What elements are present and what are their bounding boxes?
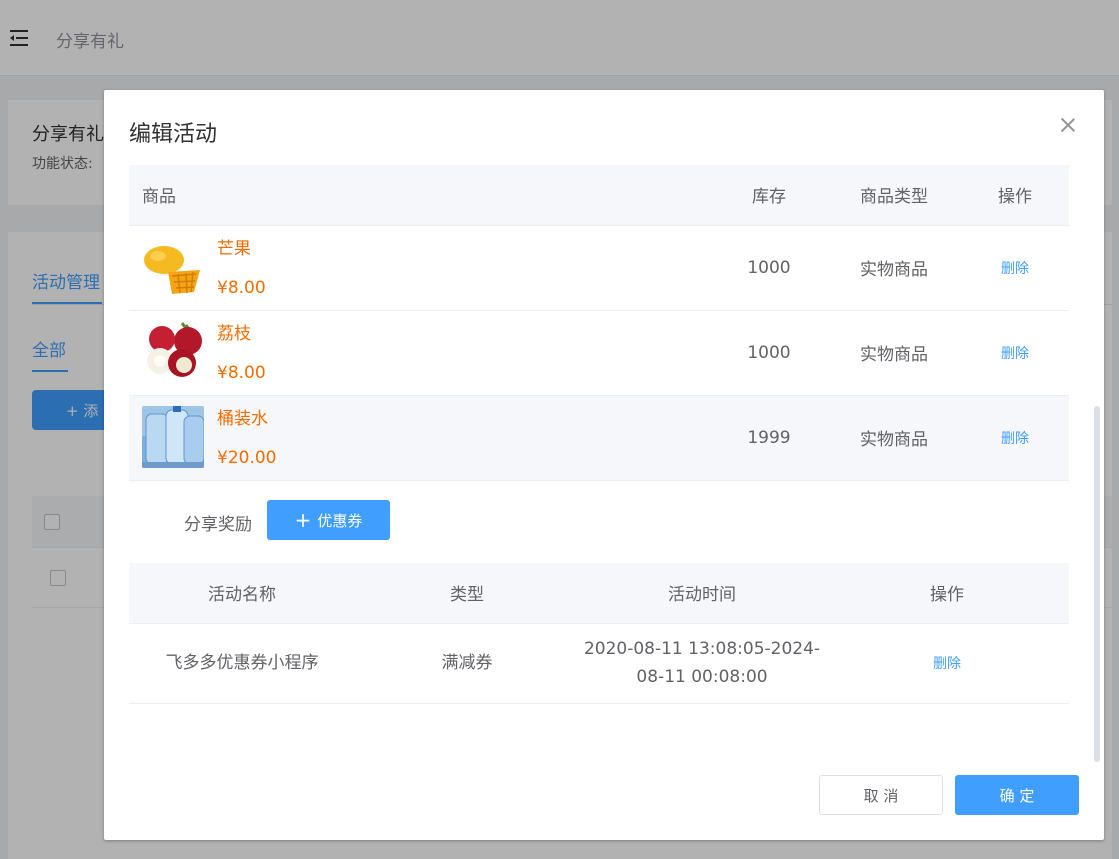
goods-type-cell: 实物商品 — [827, 225, 961, 311]
cancel-button[interactable]: 取 消 — [819, 775, 943, 815]
add-coupon-label: 优惠券 — [317, 511, 363, 530]
table-row: 飞多多优惠券小程序 满减券 2020-08-11 13:08:05-2024- … — [129, 623, 1069, 704]
header-stock: 库存 — [711, 165, 827, 226]
header-activity-time: 活动时间 — [579, 563, 825, 624]
lychee-image — [142, 320, 204, 383]
dialog-title: 编辑活动 — [129, 122, 218, 147]
add-coupon-button[interactable]: + 优惠券 — [267, 500, 390, 540]
product-cell: 芒果 ¥8.00 — [142, 226, 711, 310]
coupon-time-start: 2020-08-11 13:08:05-2024- — [583, 639, 821, 659]
header-action: 操作 — [825, 563, 1069, 624]
goods-table: 商品 库存 商品类型 操作 芒果 ¥8.00 1000 实物商品 删除 荔枝 ¥… — [129, 165, 1069, 481]
confirm-button[interactable]: 确 定 — [955, 775, 1079, 815]
product-name: 桶装水 — [217, 408, 268, 429]
table-row: 芒果 ¥8.00 1000 实物商品 删除 — [129, 225, 1069, 311]
header-activity-name: 活动名称 — [129, 563, 355, 624]
coupon-table-header: 活动名称 类型 活动时间 操作 — [129, 563, 1069, 624]
goods-type-cell: 实物商品 — [827, 310, 961, 396]
close-icon[interactable] — [1061, 118, 1075, 132]
product-price: ¥20.00 — [217, 447, 277, 468]
delete-goods-link[interactable]: 删除 — [1001, 431, 1029, 447]
table-row: 桶装水 ¥20.00 1999 实物商品 删除 — [129, 395, 1069, 481]
stock-cell: 1000 — [711, 225, 827, 311]
edit-activity-dialog: 编辑活动 商品 库存 商品类型 操作 芒果 ¥8.00 1000 实物商品 删除… — [104, 90, 1104, 840]
product-price: ¥8.00 — [217, 277, 266, 298]
dialog-scrollbar[interactable] — [1094, 406, 1100, 762]
product-cell: 桶装水 ¥20.00 — [142, 396, 711, 480]
goods-type-cell: 实物商品 — [827, 395, 961, 481]
table-row: 荔枝 ¥8.00 1000 实物商品 删除 — [129, 310, 1069, 396]
delete-goods-link[interactable]: 删除 — [1001, 261, 1029, 277]
plus-icon: + — [294, 508, 312, 532]
header-type: 类型 — [355, 563, 579, 624]
coupon-table: 活动名称 类型 活动时间 操作 飞多多优惠券小程序 满减券 2020-08-11… — [129, 563, 1069, 704]
coupon-time-cell: 2020-08-11 13:08:05-2024- 08-11 00:08:00 — [579, 623, 825, 704]
water-bottle-image — [142, 405, 204, 468]
delete-goods-link[interactable]: 删除 — [1001, 346, 1029, 362]
goods-table-header: 商品 库存 商品类型 操作 — [129, 165, 1069, 226]
delete-coupon-link[interactable]: 删除 — [933, 656, 961, 672]
share-reward-label: 分享奖励 — [184, 515, 252, 535]
header-goods-type: 商品类型 — [827, 165, 961, 226]
mango-image — [142, 235, 204, 298]
coupon-name-cell: 飞多多优惠券小程序 — [129, 623, 355, 704]
header-action: 操作 — [961, 165, 1069, 226]
product-name: 荔枝 — [217, 323, 251, 344]
stock-cell: 1000 — [711, 310, 827, 396]
stock-cell: 1999 — [711, 395, 827, 481]
header-goods: 商品 — [129, 165, 711, 226]
coupon-time-end: 08-11 00:08:00 — [636, 667, 768, 687]
coupon-type-cell: 满减券 — [355, 623, 579, 704]
product-name: 芒果 — [217, 238, 251, 259]
product-cell: 荔枝 ¥8.00 — [142, 311, 711, 395]
product-price: ¥8.00 — [217, 362, 266, 383]
